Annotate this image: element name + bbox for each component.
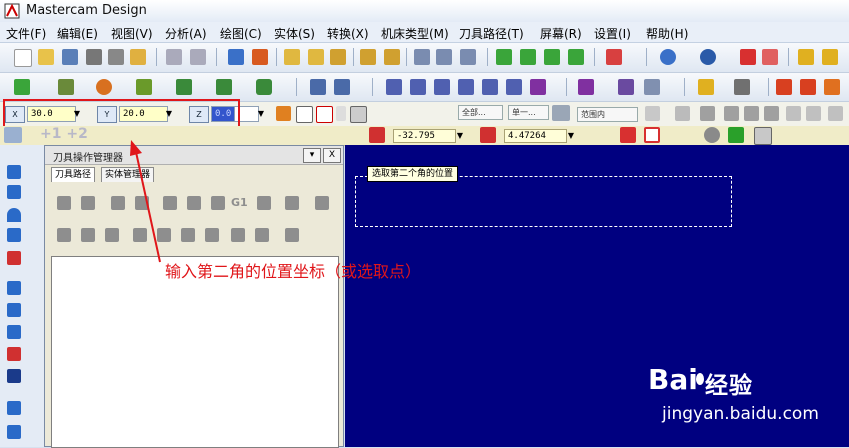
annotation-arrow-head: [130, 140, 142, 156]
watermark-brand: Bai: [648, 363, 698, 396]
baidu-paw-logo-icon: Bai: [648, 363, 704, 396]
watermark-url: jingyan.baidu.com: [662, 404, 819, 424]
annotation-arrow-line: [135, 151, 161, 263]
watermark-brand-suffix: 经验: [705, 373, 753, 399]
annotation-text: 输入第二角的位置坐标（或选取点）: [165, 262, 422, 281]
